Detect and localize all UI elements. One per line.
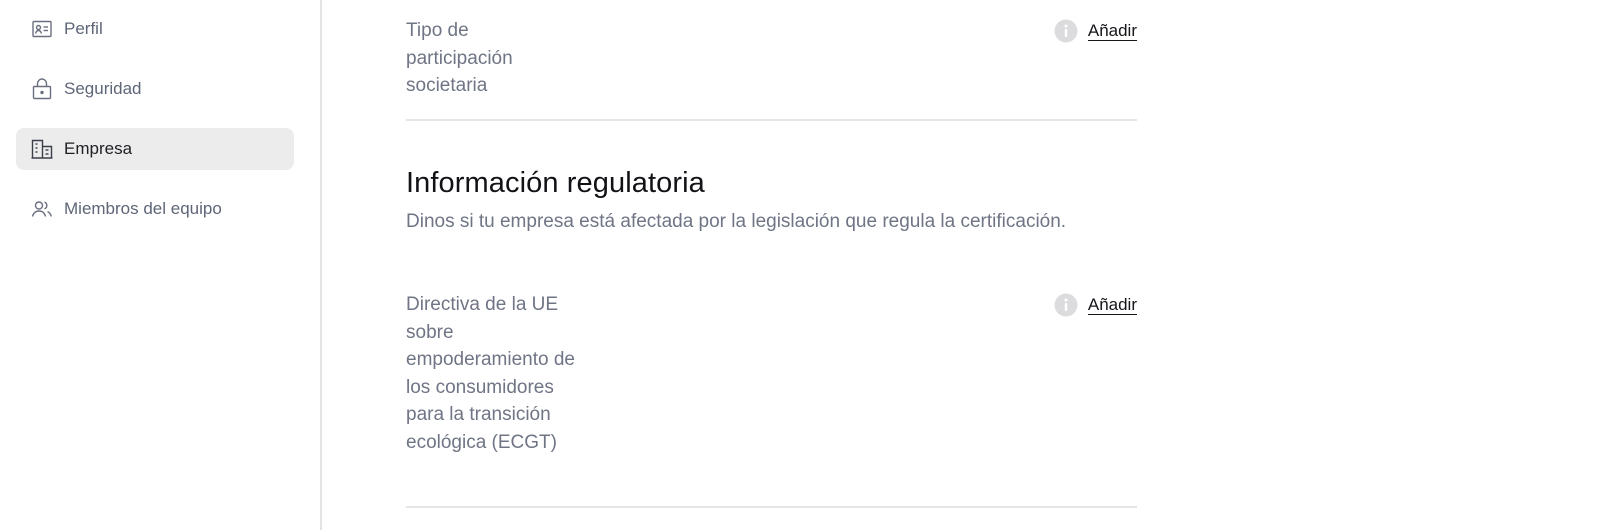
sidebar-item-label: Empresa (64, 139, 133, 158)
shareholding-type-field: Tipo de participación societaria Añadir (406, 17, 1137, 121)
add-shareholding-type-link[interactable]: Añadir (1087, 21, 1137, 41)
field-actions: Añadir (1054, 293, 1137, 317)
app: Perfil Seguridad Empresa Miembros del eq… (0, 0, 1600, 530)
users-icon (31, 198, 53, 220)
sidebar-item-empresa[interactable]: Empresa (16, 128, 294, 170)
sidebar-item-label: Seguridad (64, 79, 142, 98)
lock-icon (31, 78, 53, 100)
section-description: Dinos si tu empresa está afectada por la… (406, 211, 1067, 232)
info-icon[interactable] (1054, 293, 1078, 317)
info-icon[interactable] (1054, 19, 1078, 43)
ecgt-directive-field: Directiva de la UE sobre empoderamiento … (406, 291, 1137, 508)
field-label: Tipo de participación societaria (406, 20, 513, 97)
field-label: Directiva de la UE sobre empoderamiento … (406, 294, 575, 453)
sidebar-item-label: Perfil (64, 19, 103, 38)
sidebar-item-perfil[interactable]: Perfil (16, 8, 294, 50)
sidebar-item-miembros[interactable]: Miembros del equipo (16, 188, 294, 230)
add-ecgt-directive-link[interactable]: Añadir (1087, 295, 1137, 315)
building-icon (31, 138, 53, 160)
sidebar: Perfil Seguridad Empresa Miembros del eq… (0, 0, 322, 530)
section-title: Información regulatoria (406, 167, 705, 199)
sidebar-item-seguridad[interactable]: Seguridad (16, 68, 294, 110)
id-card-icon (31, 18, 53, 40)
field-actions: Añadir (1054, 19, 1137, 43)
sidebar-item-label: Miembros del equipo (64, 199, 222, 218)
